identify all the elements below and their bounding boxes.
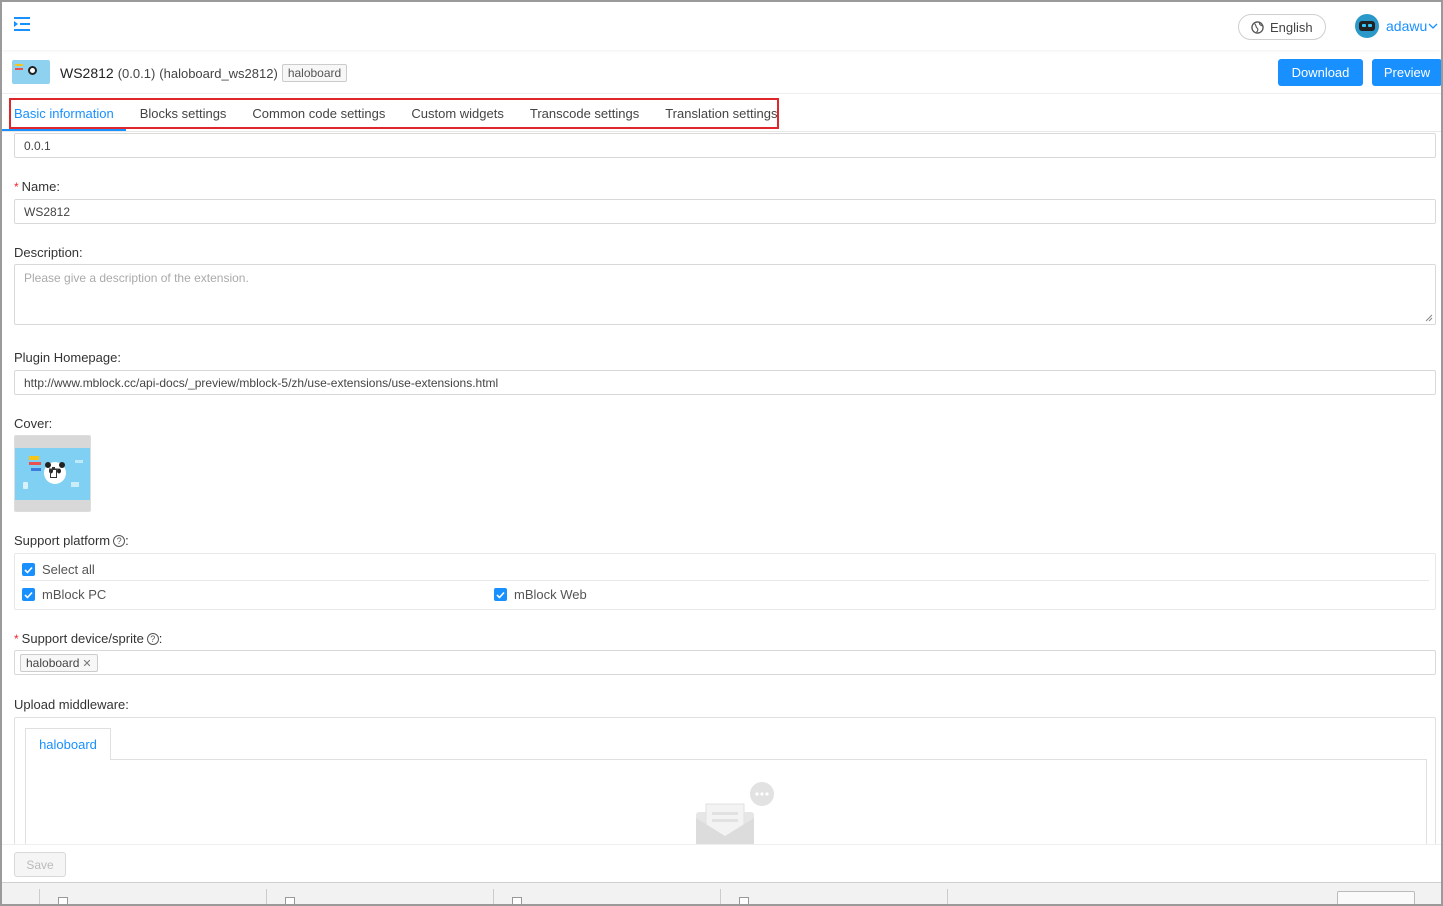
chevron-down-icon bbox=[1428, 23, 1438, 29]
tab-common-code-settings[interactable]: Common code settings bbox=[252, 100, 385, 127]
extension-name: WS2812 bbox=[60, 65, 114, 81]
help-icon[interactable]: ? bbox=[113, 534, 126, 547]
tab-blocks-settings[interactable]: Blocks settings bbox=[140, 100, 227, 127]
file-icon[interactable] bbox=[285, 897, 295, 904]
description-placeholder: Please give a description of the extensi… bbox=[24, 271, 249, 285]
tab-custom-widgets[interactable]: Custom widgets bbox=[411, 100, 503, 127]
show-all-button[interactable] bbox=[1337, 891, 1415, 904]
device-label: * Support device/sprite ? : bbox=[14, 631, 163, 646]
help-icon[interactable]: ? bbox=[146, 632, 159, 645]
resize-handle-icon[interactable] bbox=[1425, 314, 1433, 322]
extension-tag: haloboard bbox=[281, 64, 348, 82]
menu-toggle-icon[interactable] bbox=[12, 15, 32, 33]
file-icon[interactable] bbox=[512, 897, 522, 904]
middleware-tab-content bbox=[25, 759, 1427, 856]
user-menu[interactable]: adawu bbox=[1355, 14, 1438, 38]
homepage-field[interactable]: http://www.mblock.cc/api-docs/_preview/m… bbox=[14, 370, 1436, 395]
tray-divider bbox=[266, 889, 267, 904]
select-all-checkbox[interactable]: Select all bbox=[22, 562, 95, 577]
tray-divider bbox=[947, 889, 948, 904]
cover-label: Cover: bbox=[14, 416, 53, 431]
cover-image[interactable] bbox=[14, 435, 91, 512]
delete-icon[interactable] bbox=[49, 467, 58, 478]
username: adawu bbox=[1386, 18, 1428, 34]
divider bbox=[2, 131, 1441, 132]
middleware-panel: haloboard bbox=[14, 717, 1436, 857]
tray-divider bbox=[493, 889, 494, 904]
required-mark: * bbox=[14, 631, 19, 646]
name-label: * Name: bbox=[14, 179, 60, 194]
tray-divider bbox=[720, 889, 721, 904]
top-bar: English adawu bbox=[2, 2, 1441, 50]
save-button[interactable]: Save bbox=[14, 852, 66, 877]
checkmark-icon bbox=[22, 563, 35, 576]
globe-icon bbox=[1251, 20, 1264, 34]
platform-options: Select all mBlock PC mBlock Web bbox=[14, 553, 1436, 610]
device-select[interactable] bbox=[14, 650, 1436, 675]
device-chip: haloboard ✕ bbox=[20, 654, 98, 672]
version-field[interactable]: 0.0.1 bbox=[14, 133, 1436, 158]
checkmark-icon bbox=[494, 588, 507, 601]
language-selector[interactable]: English bbox=[1238, 14, 1326, 40]
language-label: English bbox=[1270, 19, 1313, 35]
settings-tabs: Basic information Blocks settings Common… bbox=[9, 98, 779, 129]
name-field[interactable]: WS2812 bbox=[14, 199, 1436, 224]
tab-translation-settings[interactable]: Translation settings bbox=[665, 100, 777, 127]
file-icon[interactable] bbox=[58, 897, 68, 904]
description-label: Description: bbox=[14, 245, 83, 260]
close-icon[interactable]: ✕ bbox=[82, 657, 91, 670]
download-tray bbox=[2, 882, 1441, 904]
platform-web-checkbox[interactable]: mBlock Web bbox=[494, 587, 587, 602]
app-window: English adawu WS2812 (0.0.1) (haloboard_… bbox=[0, 0, 1443, 906]
extension-version: (0.0.1) bbox=[117, 65, 156, 81]
checkmark-icon bbox=[22, 588, 35, 601]
middleware-tab-haloboard[interactable]: haloboard bbox=[25, 728, 111, 760]
empty-state-icon bbox=[696, 782, 774, 852]
file-icon[interactable] bbox=[739, 897, 749, 904]
homepage-label: Plugin Homepage: bbox=[14, 350, 121, 365]
platform-pc-checkbox[interactable]: mBlock PC bbox=[22, 587, 106, 602]
extension-thumbnail bbox=[12, 60, 50, 84]
tray-divider bbox=[39, 889, 40, 904]
description-field[interactable]: Please give a description of the extensi… bbox=[14, 264, 1436, 325]
platform-label: Support platform ? : bbox=[14, 533, 129, 548]
tab-basic-information[interactable]: Basic information bbox=[14, 100, 114, 127]
extension-title: WS2812 (0.0.1) (haloboard_ws2812) halobo… bbox=[60, 64, 348, 82]
middleware-label: Upload middleware: bbox=[14, 697, 129, 712]
avatar bbox=[1355, 14, 1379, 38]
tab-transcode-settings[interactable]: Transcode settings bbox=[530, 100, 639, 127]
extension-title-row: WS2812 (0.0.1) (haloboard_ws2812) halobo… bbox=[2, 50, 1441, 94]
extension-id: (haloboard_ws2812) bbox=[159, 65, 278, 81]
required-mark: * bbox=[14, 180, 19, 194]
save-bar: Save bbox=[2, 844, 1441, 882]
download-button[interactable]: Download bbox=[1278, 59, 1363, 86]
preview-button[interactable]: Preview bbox=[1372, 59, 1441, 86]
